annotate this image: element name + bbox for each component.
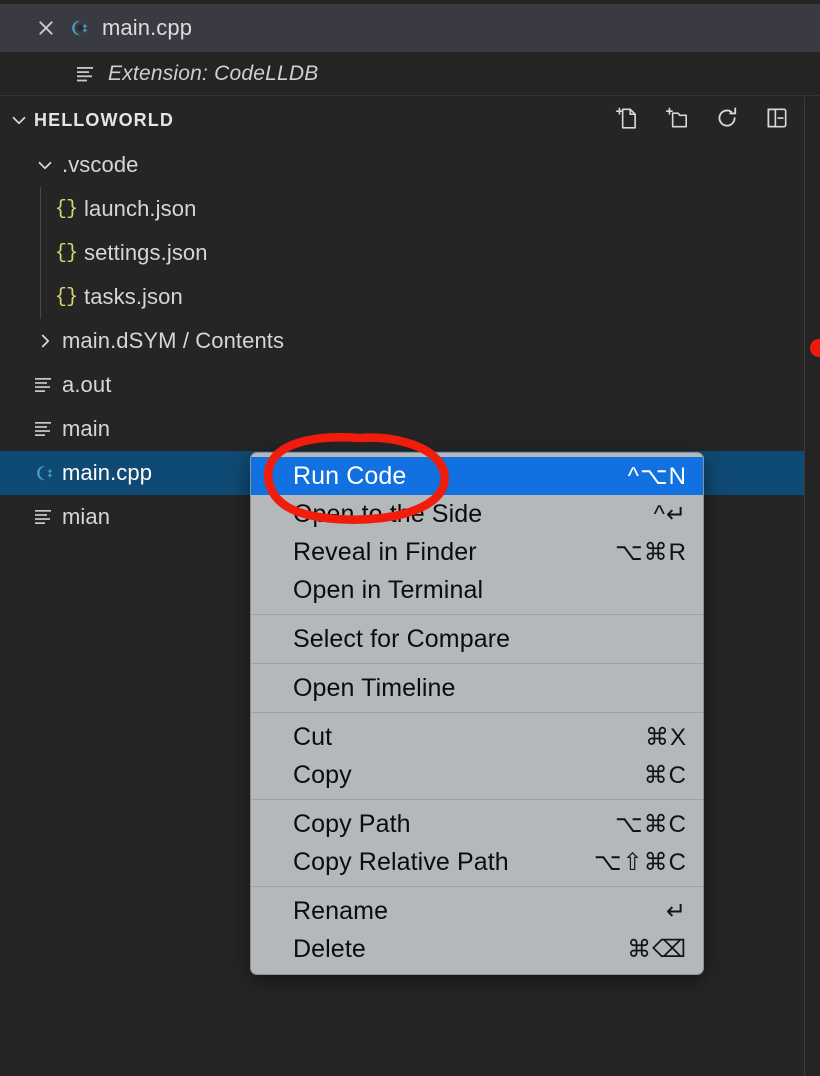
menu-item-label: Copy (293, 760, 352, 789)
json-icon: { } (54, 285, 78, 309)
menu-item-label: Open to the Side (293, 499, 483, 528)
tree-row-label: main (62, 416, 111, 441)
menu-item-label: Cut (293, 722, 333, 751)
collapse-all-icon[interactable] (764, 105, 790, 131)
editor-tab-main-cpp[interactable]: main.cpp (0, 4, 207, 52)
menu-item-label: Run Code (293, 461, 407, 490)
cpp-file-icon (72, 20, 87, 36)
outline-lines-icon (77, 66, 93, 81)
menu-item-open-to-the-side[interactable]: Open to the Side ^↵ (251, 495, 703, 533)
file-lines-icon (26, 421, 62, 437)
new-folder-icon[interactable] (664, 105, 690, 131)
menu-item-shortcut: ⌘⌫ (627, 935, 687, 963)
menu-item-label: Delete (293, 934, 366, 963)
tree-row-launch-json[interactable]: { } launch.json (0, 187, 804, 231)
tree-row-label: mian (62, 504, 111, 529)
json-icon: { } (54, 241, 78, 265)
menu-item-label: Rename (293, 896, 389, 925)
menu-item-rename[interactable]: Rename ↵ (251, 892, 703, 930)
explorer-section-header[interactable]: HELLOWORLD (0, 97, 804, 143)
red-dot-marker (810, 339, 820, 357)
menu-item-open-in-terminal[interactable]: Open in Terminal (251, 571, 703, 609)
cpp-file-icon (26, 462, 62, 484)
breadcrumb[interactable]: Extension: CodeLLDB (0, 52, 820, 96)
menu-item-label: Copy Relative Path (293, 847, 509, 876)
menu-item-label: Select for Compare (293, 624, 511, 653)
menu-item-label: Copy Path (293, 809, 411, 838)
file-lines-icon (26, 377, 62, 393)
menu-item-open-timeline[interactable]: Open Timeline (251, 669, 703, 707)
menu-item-copy-path[interactable]: Copy Path ⌥⌘C (251, 805, 703, 843)
tree-row-label: settings.json (84, 240, 208, 265)
menu-item-select-for-compare[interactable]: Select for Compare (251, 620, 703, 658)
context-menu: Run Code ^⌥N Open to the Side ^↵ Reveal … (250, 452, 704, 975)
breadcrumb-label: Extension: CodeLLDB (108, 61, 319, 85)
menu-separator (251, 614, 703, 615)
menu-separator (251, 799, 703, 800)
menu-separator (251, 663, 703, 664)
menu-item-copy[interactable]: Copy ⌘C (251, 756, 703, 794)
chevron-down-icon (28, 154, 62, 176)
menu-item-shortcut: ⌥⌘C (615, 810, 687, 838)
menu-item-copy-relative-path[interactable]: Copy Relative Path ⌥⇧⌘C (251, 843, 703, 881)
menu-item-label: Open Timeline (293, 673, 456, 702)
menu-item-shortcut: ⌥⇧⌘C (593, 848, 687, 876)
tree-row-label: launch.json (84, 196, 197, 221)
menu-separator (251, 712, 703, 713)
menu-item-delete[interactable]: Delete ⌘⌫ (251, 930, 703, 968)
tree-row-label: a.out (62, 372, 112, 397)
menu-item-shortcut: ↵ (665, 897, 687, 925)
new-file-icon[interactable] (614, 105, 640, 131)
menu-item-shortcut: ⌥⌘R (615, 538, 687, 566)
menu-item-label: Open in Terminal (293, 575, 484, 604)
editor-tab-label: main.cpp (102, 15, 193, 40)
tree-row-label: tasks.json (84, 284, 183, 309)
refresh-icon[interactable] (714, 105, 740, 131)
menu-item-reveal-in-finder[interactable]: Reveal in Finder ⌥⌘R (251, 533, 703, 571)
explorer-root-title: HELLOWORLD (34, 109, 174, 130)
chevron-down-icon (12, 116, 26, 125)
explorer-actions (614, 105, 790, 131)
tree-row-settings-json[interactable]: { } settings.json (0, 231, 804, 275)
menu-item-shortcut: ⌘C (643, 761, 687, 789)
tree-row-label: .vscode (62, 152, 139, 177)
tree-row-tasks-json[interactable]: { } tasks.json (0, 275, 804, 319)
tree-row-main-dsym-contents[interactable]: main.dSYM / Contents (0, 319, 804, 363)
tree-row-label: main.dSYM / Contents (62, 328, 285, 353)
menu-item-label: Reveal in Finder (293, 537, 477, 566)
json-icon: { } (54, 197, 78, 221)
close-icon[interactable] (36, 18, 56, 38)
tree-row-main[interactable]: main (0, 407, 804, 451)
tree-row-a-out[interactable]: a.out (0, 363, 804, 407)
menu-item-shortcut: ^↵ (653, 500, 687, 528)
menu-item-run-code[interactable]: Run Code ^⌥N (251, 457, 703, 495)
tree-row-label: main.cpp (62, 460, 153, 485)
menu-item-shortcut: ⌘X (644, 723, 687, 751)
vscode-window: main.cpp Extension: CodeLLDB HELLOWORLD (0, 0, 820, 1076)
menu-item-shortcut: ^⌥N (627, 462, 687, 490)
chevron-right-icon (28, 330, 62, 352)
file-lines-icon (26, 509, 62, 525)
menu-separator (251, 886, 703, 887)
menu-item-cut[interactable]: Cut ⌘X (251, 718, 703, 756)
editor-tab-bar: main.cpp (0, 4, 820, 52)
tree-row-vscode[interactable]: .vscode (0, 143, 804, 187)
